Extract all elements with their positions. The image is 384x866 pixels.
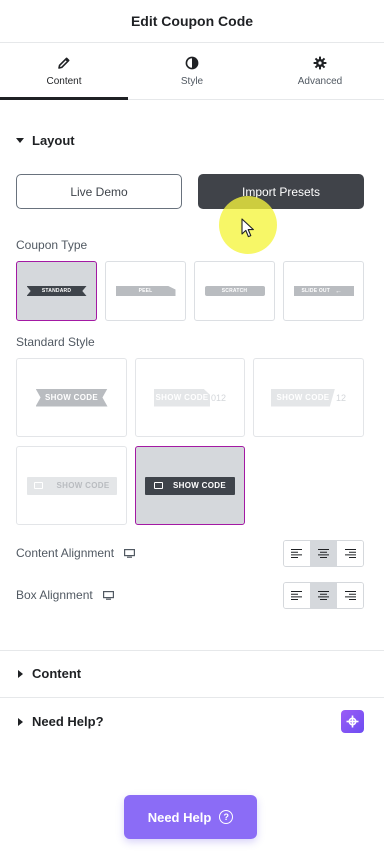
standard-style-3[interactable]: SHOW CODE 12 [253, 358, 364, 437]
panel-tabs: Content Style Advanced [0, 43, 384, 100]
coupon-type-standard[interactable]: STANDARD [16, 261, 97, 321]
import-presets-button[interactable]: Import Presets [198, 174, 364, 209]
section-divider [0, 697, 384, 698]
tab-content[interactable]: Content [0, 43, 128, 100]
section-content-toggle[interactable]: Content [16, 666, 81, 681]
box-align-left-button[interactable] [284, 583, 311, 608]
align-right-icon [344, 549, 356, 558]
desktop-icon[interactable] [124, 548, 136, 558]
box-alignment-control [283, 582, 364, 609]
section-layout-toggle[interactable]: Layout [16, 133, 75, 148]
coupon-type-slide-out[interactable]: SLIDE OUT ← [283, 261, 364, 321]
panel-header: Edit Coupon Code [0, 0, 384, 43]
mouse-pointer-icon [241, 218, 254, 238]
slide-out-ribbon: SLIDE OUT ← [293, 286, 354, 296]
need-help-button-label: Need Help [147, 809, 212, 825]
style-2-code-tail: 012 [210, 392, 227, 403]
slide-out-text: SLIDE OUT [301, 288, 330, 294]
section-content-title: Content [32, 666, 82, 681]
standard-style-4[interactable]: SHOW CODE [16, 446, 127, 525]
caret-down-icon [16, 138, 24, 143]
section-need-help-toggle[interactable]: Need Help? [16, 714, 104, 729]
pencil-icon [58, 57, 70, 69]
standard-ribbon: STANDARD [26, 286, 87, 296]
gear-icon [313, 56, 327, 69]
align-left-icon [291, 591, 303, 600]
style-4-text: SHOW CODE [56, 481, 110, 490]
caret-right-icon [18, 669, 23, 678]
style-4-chip: SHOW CODE [26, 476, 117, 495]
panel-title: Edit Coupon Code [130, 13, 254, 29]
content-alignment-label: Content Alignment [16, 546, 115, 560]
box-alignment-label: Box Alignment [16, 588, 93, 602]
section-need-help-title: Need Help? [32, 714, 104, 729]
section-divider [0, 650, 384, 651]
section-layout-title: Layout [32, 133, 75, 148]
peel-ribbon: PEEL [115, 286, 176, 296]
coupon-type-peel[interactable]: PEEL [105, 261, 186, 321]
box-align-center-button[interactable] [310, 583, 338, 608]
plugin-logo-icon [341, 710, 364, 733]
style-2-chip: SHOW CODE [153, 388, 210, 407]
align-center-icon [318, 591, 329, 600]
box-alignment-row: Box Alignment [16, 588, 114, 602]
style-5-text: SHOW CODE [173, 481, 226, 490]
scratch-ribbon: SCRATCH [204, 286, 265, 296]
content-align-center-button[interactable] [310, 541, 338, 566]
standard-style-2[interactable]: SHOW CODE 012 [135, 358, 245, 437]
standard-style-5[interactable]: SHOW CODE [135, 446, 245, 525]
ticket-icon [33, 482, 43, 489]
style-3-chip: SHOW CODE [270, 388, 335, 407]
half-circle-icon [185, 56, 199, 69]
tab-content-label: Content [46, 75, 82, 87]
align-center-icon [318, 549, 329, 558]
tab-advanced-label: Advanced [297, 75, 343, 87]
tab-style-label: Style [180, 75, 204, 87]
style-3-code-tail: 12 [335, 392, 346, 403]
style-3-preview: SHOW CODE 12 [270, 388, 346, 407]
style-5-chip: SHOW CODE [145, 476, 235, 495]
content-alignment-row: Content Alignment [16, 546, 136, 560]
question-circle-icon: ? [219, 810, 234, 824]
live-demo-button[interactable]: Live Demo [16, 174, 182, 209]
ticket-icon [154, 482, 164, 489]
desktop-icon[interactable] [102, 590, 114, 600]
tab-advanced[interactable]: Advanced [256, 43, 384, 99]
style-2-preview: SHOW CODE 012 [153, 388, 227, 407]
content-alignment-control [283, 540, 364, 567]
align-left-icon [291, 549, 303, 558]
need-help-button[interactable]: Need Help ? [124, 795, 257, 839]
content-align-left-button[interactable] [284, 541, 311, 566]
coupon-type-label: Coupon Type [16, 238, 88, 252]
content-align-right-button[interactable] [337, 541, 363, 566]
box-align-right-button[interactable] [337, 583, 363, 608]
caret-right-icon [18, 717, 23, 726]
arrow-left-icon: ← [334, 287, 343, 295]
standard-style-1[interactable]: SHOW CODE [16, 358, 127, 437]
style-1-chip: SHOW CODE [35, 388, 108, 407]
align-right-icon [344, 591, 356, 600]
standard-style-label: Standard Style [16, 335, 95, 349]
tab-style[interactable]: Style [128, 43, 256, 99]
coupon-type-scratch[interactable]: SCRATCH [194, 261, 275, 321]
